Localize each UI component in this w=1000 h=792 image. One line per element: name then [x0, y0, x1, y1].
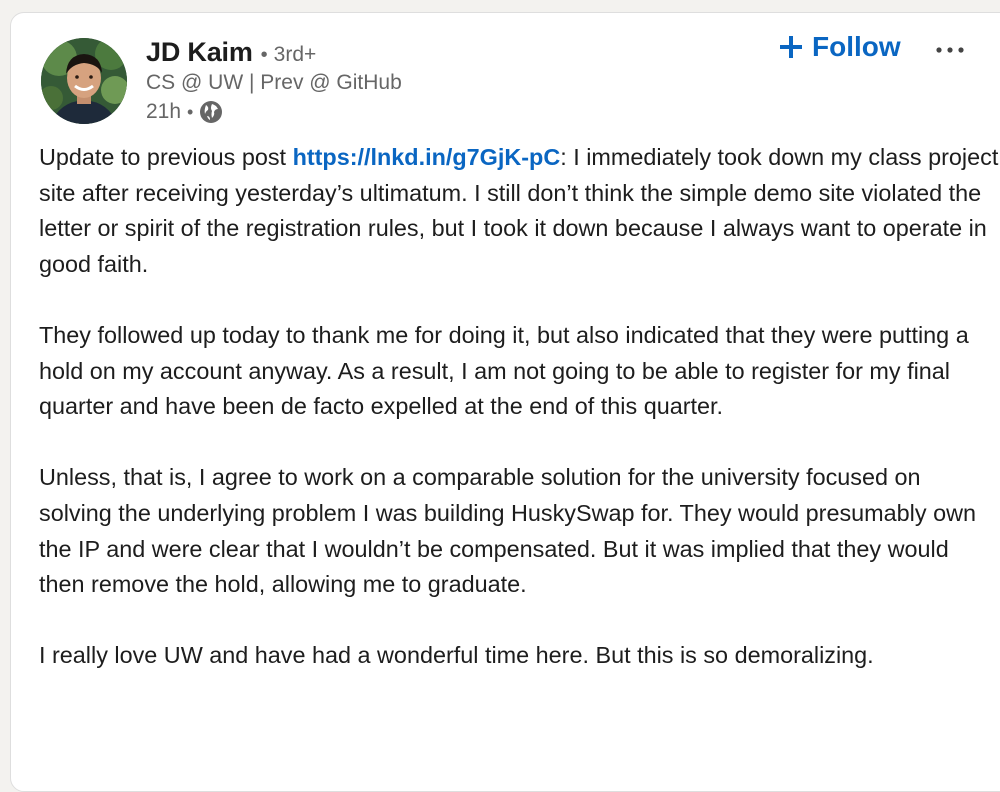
post-link[interactable]: https://lnkd.in/g7GjK-pC — [293, 144, 561, 170]
post-meta: 21h • — [146, 100, 223, 124]
separator-dot: • — [187, 101, 194, 122]
more-options-button[interactable] — [931, 35, 971, 65]
follow-button[interactable]: Follow — [778, 31, 901, 63]
separator-dot: • — [260, 44, 268, 66]
plus-icon — [778, 34, 804, 60]
post-paragraph-3: Unless, that is, I agree to work on a co… — [39, 464, 976, 598]
avatar[interactable] — [41, 38, 127, 124]
post-text-span: Update to previous post — [39, 144, 293, 170]
post-paragraph-1: Update to previous post https://lnkd.in/… — [39, 140, 999, 282]
author-name-row: JD Kaim • 3rd+ — [146, 37, 316, 68]
post-card: JD Kaim • 3rd+ CS @ UW | Prev @ GitHub 2… — [10, 12, 1000, 792]
author-headline: CS @ UW | Prev @ GitHub — [146, 71, 402, 94]
more-horizontal-icon — [936, 47, 964, 53]
connection-degree: 3rd+ — [273, 43, 317, 66]
author-name[interactable]: JD Kaim — [146, 37, 253, 68]
follow-label: Follow — [812, 31, 901, 62]
post-text: Update to previous post https://lnkd.in/… — [39, 140, 999, 710]
avatar-photo — [41, 38, 127, 124]
globe-icon — [199, 100, 223, 124]
post-time: 21h — [146, 100, 182, 123]
post-paragraph-2: They followed up today to thank me for d… — [39, 321, 969, 420]
post-paragraph-4: I really love UW and have had a wonderfu… — [39, 642, 874, 669]
